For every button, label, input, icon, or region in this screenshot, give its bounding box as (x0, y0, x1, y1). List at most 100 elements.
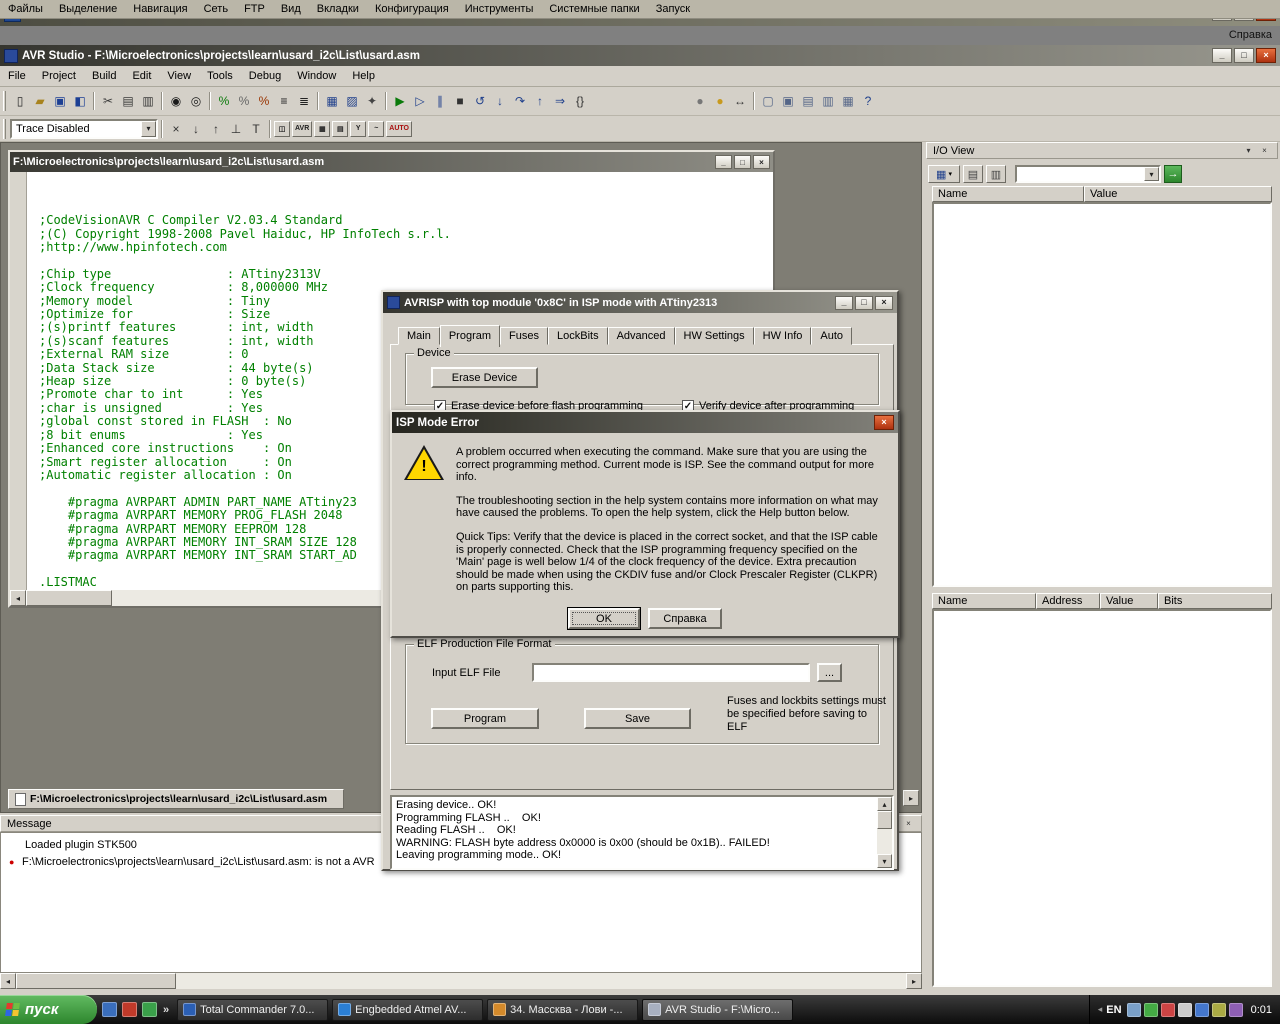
io-view-close-icon[interactable]: × (1258, 144, 1271, 157)
toolbar-separator[interactable] (385, 92, 387, 110)
avr-menu-item[interactable]: Window (289, 68, 344, 84)
avrisp-tab[interactable]: Advanced (608, 327, 675, 345)
help-button[interactable]: Справка (648, 608, 722, 629)
toggle-breakpoint-icon[interactable]: ● (690, 91, 710, 111)
avrisp-tab[interactable]: HW Info (754, 327, 812, 345)
cascade-windows-icon[interactable]: ▣ (778, 91, 798, 111)
toolbar-separator[interactable] (93, 92, 95, 110)
input-elf-field[interactable] (532, 663, 810, 682)
timing-percent-icon[interactable]: % (254, 91, 274, 111)
avrisp-tab[interactable]: Main (398, 327, 440, 345)
paste-icon[interactable]: ▥ (138, 91, 158, 111)
tc-menu-item[interactable]: Файлы (0, 1, 51, 17)
braces-icon[interactable]: {} (570, 91, 590, 111)
toolbar-separator[interactable] (753, 92, 755, 110)
wave-view-icon[interactable]: Y (350, 121, 366, 137)
tray-collapse-icon[interactable]: ◂ (1098, 1004, 1103, 1015)
step-over-icon[interactable]: ↷ (510, 91, 530, 111)
editor-hscroll-thumb[interactable] (26, 590, 112, 606)
io-combo-dropdown-icon[interactable]: ▾ (1144, 167, 1159, 181)
io-go-icon[interactable]: → (1164, 165, 1182, 183)
auto-step-icon[interactable]: AUTO (386, 121, 412, 137)
open-file-icon[interactable]: ▰ (30, 91, 50, 111)
trace-window-icon[interactable]: ◫ (274, 121, 290, 137)
avrisp-maximize-button[interactable]: □ (855, 296, 873, 310)
document-tab[interactable]: F:\Microelectronics\projects\learn\usard… (8, 789, 344, 809)
debug-run-icon[interactable]: ▷ (410, 91, 430, 111)
quick-launch-player-icon[interactable] (142, 1002, 157, 1017)
coverage-percent-icon[interactable]: % (234, 91, 254, 111)
profile-percent-icon[interactable]: % (214, 91, 234, 111)
avrisp-minimize-button[interactable]: _ (835, 296, 853, 310)
watch-list-icon[interactable]: ≣ (294, 91, 314, 111)
step-out-icon[interactable]: ↑ (530, 91, 550, 111)
scroll-right-icon[interactable]: ▸ (906, 973, 922, 989)
find-icon[interactable]: ◉ (166, 91, 186, 111)
clear-trace-icon[interactable]: × (166, 119, 186, 139)
new-file-icon[interactable]: ▯ (10, 91, 30, 111)
avr-menu-item[interactable]: File (0, 68, 34, 84)
help-icon[interactable]: ? (858, 91, 878, 111)
avr-minimize-button[interactable]: _ (1212, 48, 1232, 63)
tray-icon-1[interactable] (1127, 1003, 1141, 1017)
task-button[interactable]: AVR Studio - F:\Micro... (642, 999, 793, 1021)
memory-map-icon[interactable]: ▦ (314, 121, 330, 137)
tc-menu-item[interactable]: Системные папки (541, 1, 647, 17)
tab-scroll-right-icon[interactable]: ▸ (903, 790, 919, 806)
io-detail-view-icon[interactable]: ▥ (986, 165, 1006, 183)
editor-close-button[interactable]: × (753, 155, 770, 169)
avr-maximize-button[interactable]: □ (1234, 48, 1254, 63)
quick-launch-desktop-icon[interactable] (102, 1002, 117, 1017)
log-scroll-th[interactable] (877, 811, 892, 829)
tc-menu-help[interactable]: Справка (1229, 29, 1272, 41)
column-header[interactable]: Bits (1158, 593, 1272, 609)
tc-menu-item[interactable]: Сеть (196, 1, 236, 17)
save-icon[interactable]: ▣ (50, 91, 70, 111)
editor-maximize-button[interactable]: □ (734, 155, 751, 169)
log-vscrollbar[interactable]: ▴ ▾ (877, 797, 892, 868)
avr-menu-item[interactable]: Project (34, 68, 84, 84)
log-lines[interactable]: Erasing device.. OK!Programming FLASH ..… (392, 797, 877, 868)
quick-launch-overflow-icon[interactable]: » (163, 1004, 169, 1016)
ok-button[interactable]: OK (568, 608, 640, 629)
tc-menu-item[interactable]: Конфигурация (367, 1, 457, 17)
find-in-files-icon[interactable]: ◎ (186, 91, 206, 111)
tray-icon-4[interactable] (1178, 1003, 1192, 1017)
column-header[interactable]: Name (932, 186, 1084, 202)
save-all-icon[interactable]: ◧ (70, 91, 90, 111)
scroll-down-icon[interactable]: ▾ (877, 854, 892, 868)
avr-menu-item[interactable]: Build (84, 68, 124, 84)
tray-icon-6[interactable] (1212, 1003, 1226, 1017)
program-button[interactable]: Program (431, 708, 539, 729)
tile-horizontal-icon[interactable]: ▤ (798, 91, 818, 111)
quickwatch-icon[interactable]: ↔ (730, 91, 750, 111)
scroll-left-icon[interactable]: ◂ (10, 590, 26, 606)
io-grid1-body[interactable] (932, 202, 1272, 587)
column-header[interactable]: Value (1100, 593, 1158, 609)
erase-device-button[interactable]: Erase Device (431, 367, 538, 388)
task-button[interactable]: Total Commander 7.0... (177, 999, 328, 1021)
output-window-icon[interactable]: ▦ (838, 91, 858, 111)
tc-menu-item[interactable]: FTP (236, 1, 273, 17)
copy-icon[interactable]: ▤ (118, 91, 138, 111)
start-button[interactable]: пуск (0, 995, 97, 1024)
connect-icon[interactable]: ✦ (362, 91, 382, 111)
device-programmer-icon[interactable]: ▨ (342, 91, 362, 111)
avrisp-tab[interactable]: Fuses (500, 327, 548, 345)
cut-icon[interactable]: ✂ (98, 91, 118, 111)
symbol-list-icon[interactable]: ≡ (274, 91, 294, 111)
scroll-up-icon[interactable]: ▴ (877, 797, 892, 811)
editor-minimize-button[interactable]: _ (715, 155, 732, 169)
toolbar-gap[interactable] (590, 91, 690, 111)
avr-close-button[interactable]: × (1256, 48, 1276, 63)
tile-vertical-icon[interactable]: ▥ (818, 91, 838, 111)
scroll-left-icon[interactable]: ◂ (0, 973, 16, 989)
toolbar-separator[interactable] (209, 92, 211, 110)
avr-menu-item[interactable]: Tools (199, 68, 241, 84)
avr-menu-item[interactable]: Edit (124, 68, 159, 84)
task-button[interactable]: 34. Массква - Лови -... (487, 999, 638, 1021)
breakpoints-window-icon[interactable]: ● (710, 91, 730, 111)
avr-device-icon[interactable]: ▦ (322, 91, 342, 111)
avr-target-icon[interactable]: AVR (292, 121, 312, 137)
toolbar-separator[interactable] (161, 92, 163, 110)
